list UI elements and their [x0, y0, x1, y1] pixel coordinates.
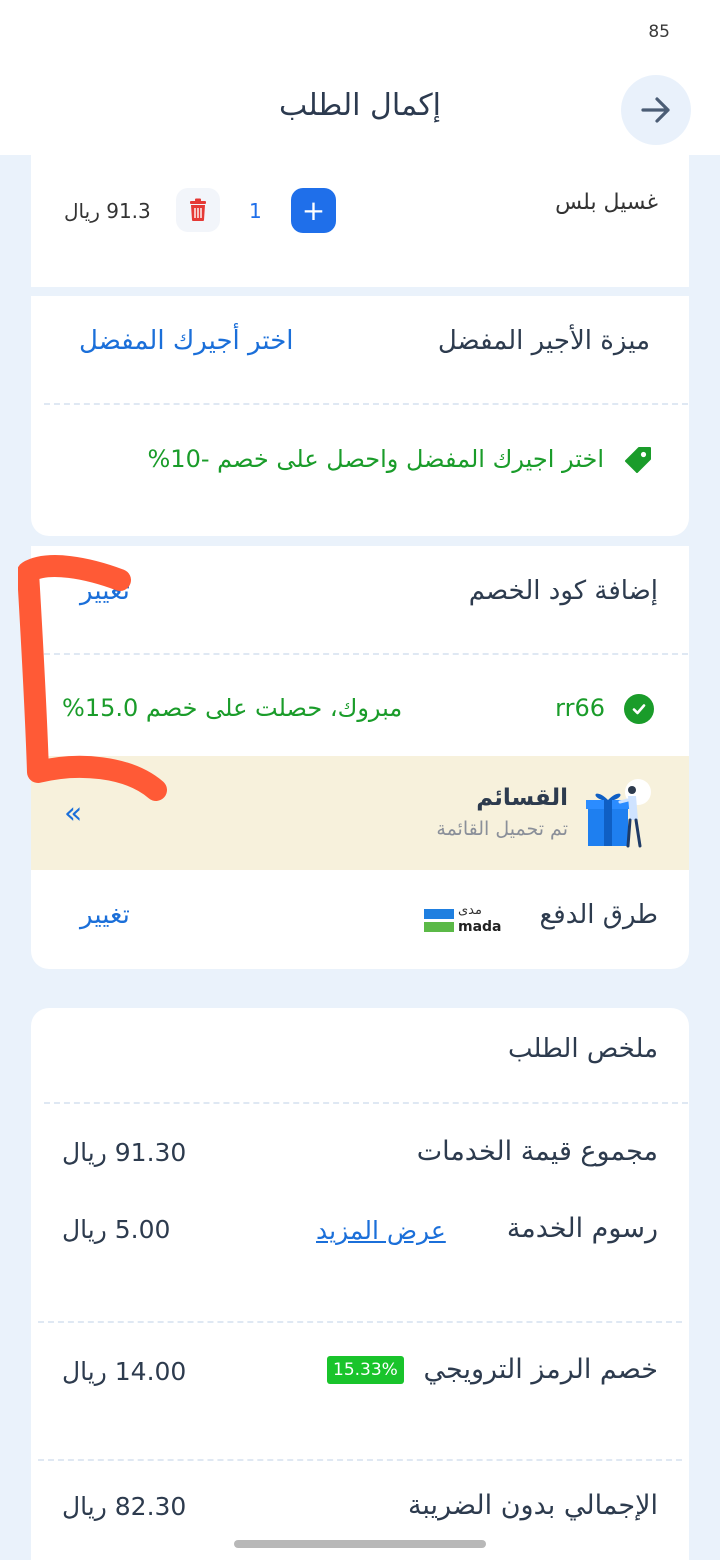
plus-icon: + [301, 194, 326, 227]
order-summary-card [31, 1008, 689, 1568]
quantity-value: 1 [249, 199, 262, 223]
page-title: إكمال الطلب [279, 88, 441, 123]
preferred-worker-title: ميزة الأجير المفضل [437, 326, 650, 356]
tag-icon [624, 446, 652, 474]
services-total-label: مجموع قيمة الخدمات [416, 1136, 658, 1167]
product-name: غسيل بلس [555, 190, 658, 215]
subtotal-label: الإجمالي بدون الضريبة [407, 1490, 658, 1521]
arrow-right-icon [641, 97, 670, 123]
coupon-title: إضافة كود الخصم [468, 576, 658, 606]
order-summary-title: ملخص الطلب [507, 1034, 658, 1064]
vouchers-title: القسائم [476, 785, 568, 811]
divider [38, 1459, 682, 1461]
payment-methods-title: طرق الدفع [539, 900, 658, 930]
mada-english-text: mada [458, 919, 502, 935]
preferred-worker-offer: اختر اجيرك المفضل واحصل على خصم -10% [147, 445, 604, 473]
choose-worker-link[interactable]: اختر أجيرك المفضل [79, 326, 294, 356]
status-number: 85 [648, 22, 670, 42]
subtotal-value: 82.30 ريال [62, 1492, 187, 1521]
coupon-code: rr66 [555, 694, 605, 722]
payment-change-link[interactable]: تغيير [80, 900, 130, 930]
delete-item-button[interactable] [176, 188, 220, 232]
service-fee-value: 5.00 ريال [62, 1215, 171, 1244]
divider [38, 1321, 682, 1323]
promo-discount-value: 14.00 ريال [62, 1357, 187, 1386]
item-price: 91.3 ريال [64, 199, 151, 223]
vouchers-subtitle: تم تحميل القائمة [436, 818, 568, 840]
gift-box-icon [582, 776, 662, 848]
promo-discount-label: خصم الرمز الترويجي [423, 1354, 658, 1385]
divider [44, 403, 688, 405]
mada-logo: مدى mada [424, 903, 502, 936]
discount-percent-badge: 15.33% [327, 1356, 404, 1384]
trash-icon [190, 198, 206, 221]
increase-quantity-button[interactable]: + [291, 188, 336, 233]
annotation-bracket [18, 555, 167, 801]
back-button[interactable] [621, 75, 691, 145]
home-indicator [234, 1540, 486, 1548]
service-fee-label: رسوم الخدمة [506, 1213, 658, 1244]
mada-arabic-text: مدى [458, 903, 482, 918]
divider [44, 1102, 688, 1104]
services-total-value: 91.30 ريال [62, 1138, 187, 1167]
check-icon [624, 694, 654, 724]
show-more-link[interactable]: عرض المزيد [316, 1216, 446, 1245]
